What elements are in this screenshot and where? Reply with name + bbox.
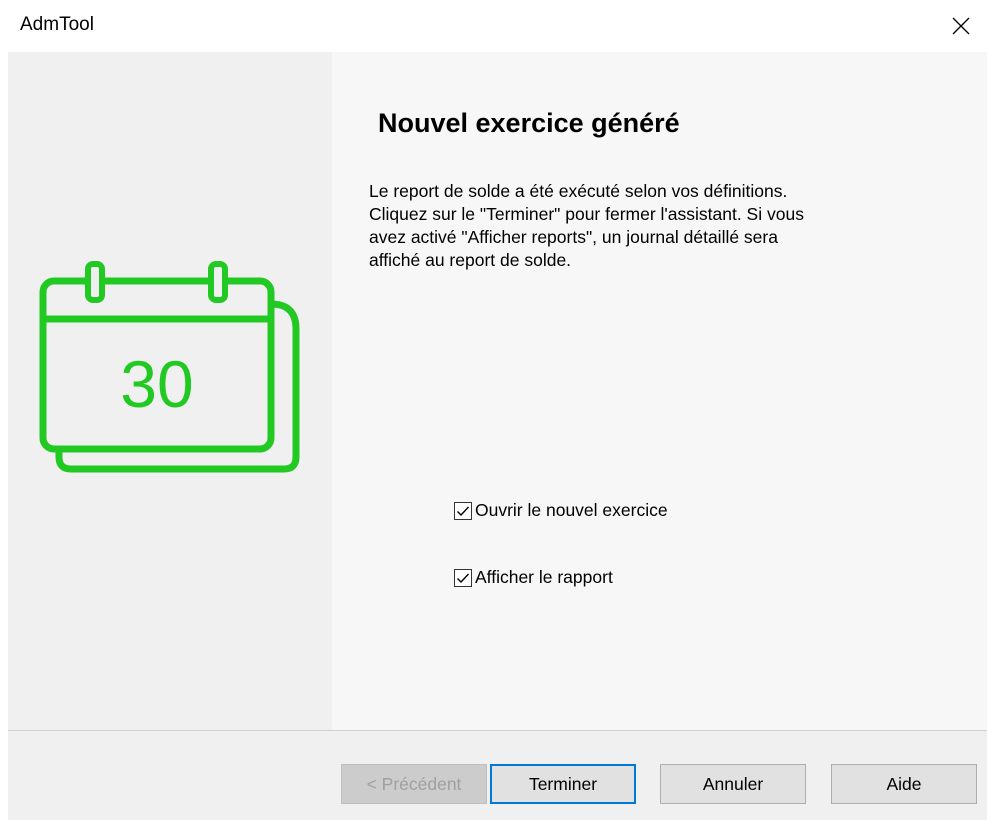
finish-button[interactable]: Terminer — [490, 764, 636, 804]
cancel-button[interactable]: Annuler — [660, 764, 806, 804]
description-line: affiché au report de solde. — [369, 250, 572, 270]
description-line: avez activé "Afficher reports", un journ… — [369, 227, 778, 247]
show-report-checkbox[interactable]: Afficher le rapport — [454, 567, 613, 588]
window-title: AdmTool — [20, 14, 94, 35]
description-line: Cliquez sur le "Terminer" pour fermer l'… — [369, 204, 804, 224]
wizard-window: AdmTool 30 Nouvel exercice généré Le rep… — [0, 0, 987, 820]
calendar-day-number: 30 — [120, 347, 193, 421]
description-line: Le report de solde a été exécuté selon v… — [369, 181, 788, 201]
checkbox-checked-icon[interactable] — [454, 568, 472, 587]
calendar-icon: 30 — [39, 261, 300, 473]
close-button[interactable] — [935, 0, 987, 52]
checkbox-label: Afficher le rapport — [475, 567, 613, 587]
checkbox-checked-icon[interactable] — [454, 501, 472, 520]
previous-button[interactable]: < Précédent — [341, 764, 487, 804]
title-bar: AdmTool — [0, 0, 987, 52]
page-title: Nouvel exercice généré — [378, 108, 680, 138]
help-button[interactable]: Aide — [831, 764, 977, 804]
open-new-exercise-checkbox[interactable]: Ouvrir le nouvel exercice — [454, 500, 668, 521]
description-text: Le report de solde a été exécuté selon v… — [369, 180, 929, 272]
close-icon — [952, 17, 970, 35]
checkbox-label: Ouvrir le nouvel exercice — [475, 500, 668, 520]
